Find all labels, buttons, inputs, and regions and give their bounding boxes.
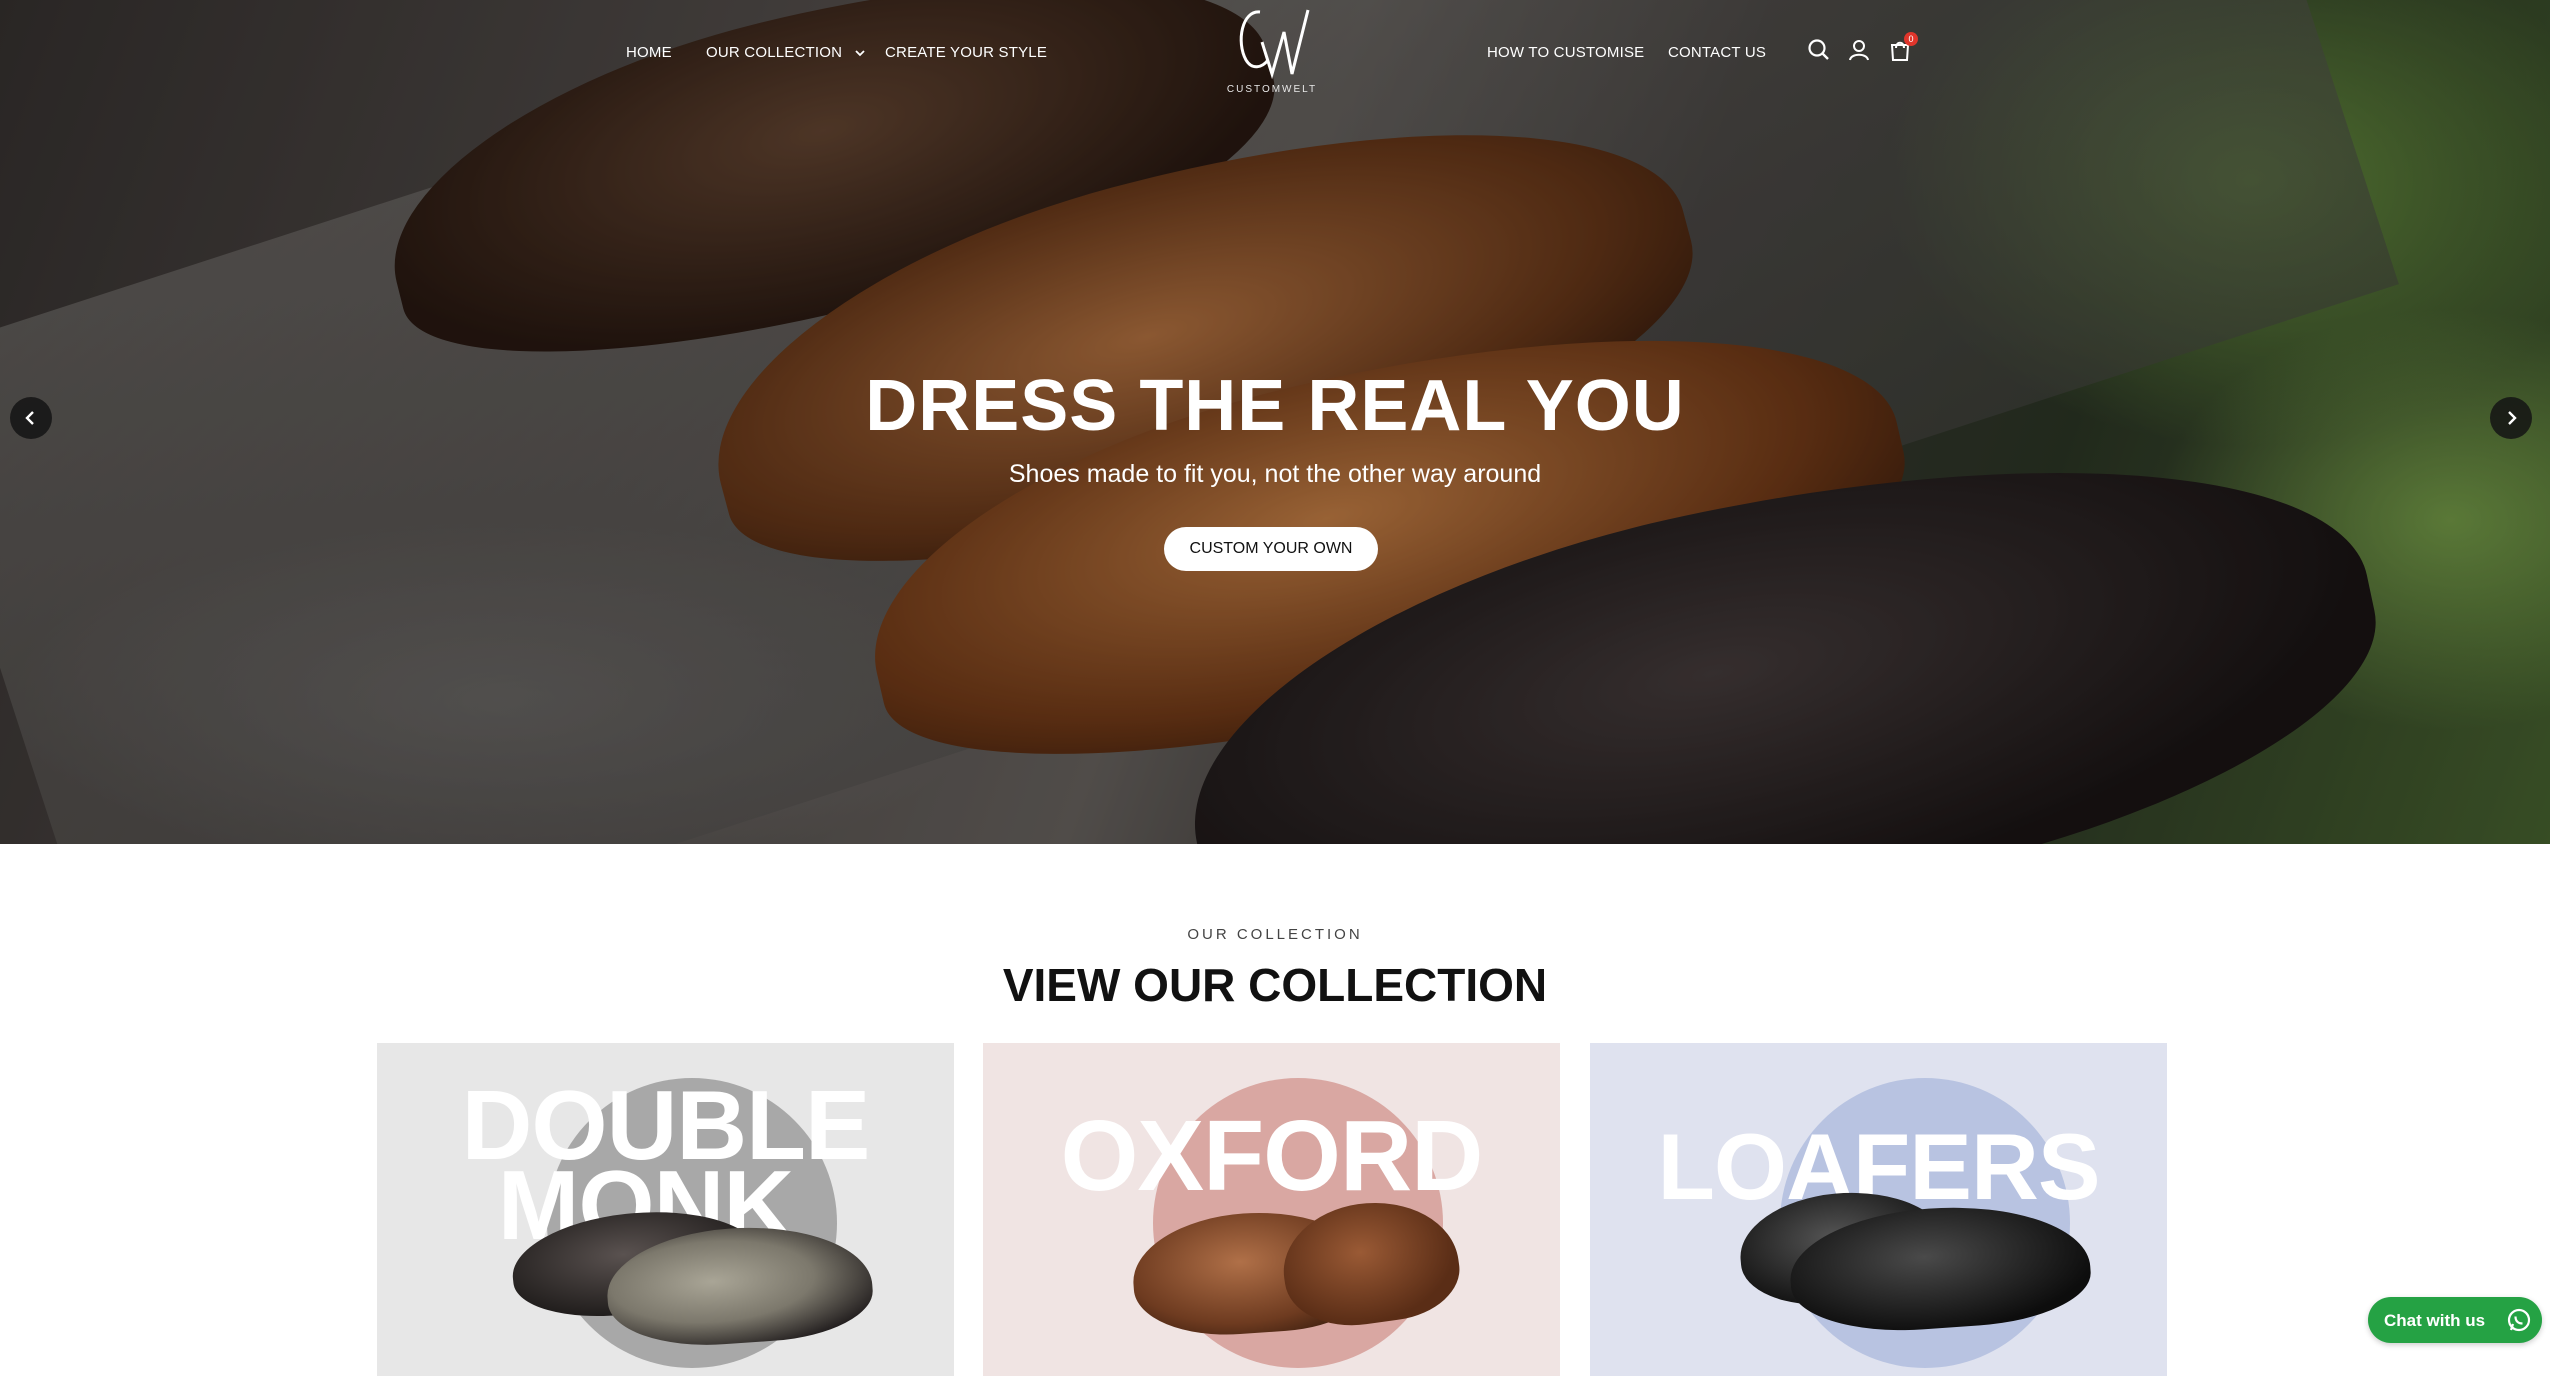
logo-wordmark: CUSTOMWELT	[1226, 84, 1318, 95]
nav-create-your-style[interactable]: CREATE YOUR STYLE	[885, 44, 1047, 61]
customwelt-logo[interactable]: CUSTOMWELT	[1222, 2, 1322, 98]
collection-card-oxford[interactable]: OXFORD	[983, 1043, 1560, 1376]
collection-card-loafers[interactable]: LOAFERS	[1590, 1043, 2167, 1376]
logo-monogram-icon	[1239, 9, 1310, 80]
whatsapp-icon	[2507, 1308, 2531, 1332]
collection-card-double-monk[interactable]: DOUBLE MONK	[377, 1043, 954, 1376]
card-title: OXFORD	[1060, 1100, 1484, 1212]
chevron-down-icon	[854, 50, 865, 57]
slider-prev-button[interactable]	[10, 397, 52, 439]
cart-count-badge: 0	[1904, 32, 1918, 46]
hero-title: DRESS THE REAL YOU	[865, 366, 1685, 446]
nav-how-to-customise[interactable]: HOW TO CUSTOMISE	[1487, 44, 1644, 61]
card-title: LOAFERS	[1657, 1114, 2100, 1219]
nav-our-collection[interactable]: OUR COLLECTION	[706, 44, 865, 61]
chat-with-us-button[interactable]: Chat with us	[2368, 1297, 2542, 1343]
chevron-left-icon	[25, 411, 34, 425]
chat-label: Chat with us	[2384, 1311, 2486, 1330]
nav-our-collection-label: OUR COLLECTION	[706, 44, 843, 61]
hero-subtitle: Shoes made to fit you, not the other way…	[1008, 460, 1542, 488]
section-title: VIEW OUR COLLECTION	[1002, 959, 1548, 1011]
search-icon[interactable]	[1805, 36, 1833, 64]
nav-contact-us[interactable]: CONTACT US	[1668, 44, 1766, 61]
hero-banner: DRESS THE REAL YOU Shoes made to fit you…	[0, 0, 2550, 844]
nav-home[interactable]: HOME	[626, 44, 672, 61]
custom-your-own-button[interactable]: CUSTOM YOUR OWN	[1164, 527, 1378, 571]
account-icon[interactable]	[1845, 36, 1873, 64]
chevron-right-icon	[2508, 411, 2517, 425]
section-eyebrow: OUR COLLECTION	[1187, 926, 1363, 943]
slider-next-button[interactable]	[2490, 397, 2532, 439]
